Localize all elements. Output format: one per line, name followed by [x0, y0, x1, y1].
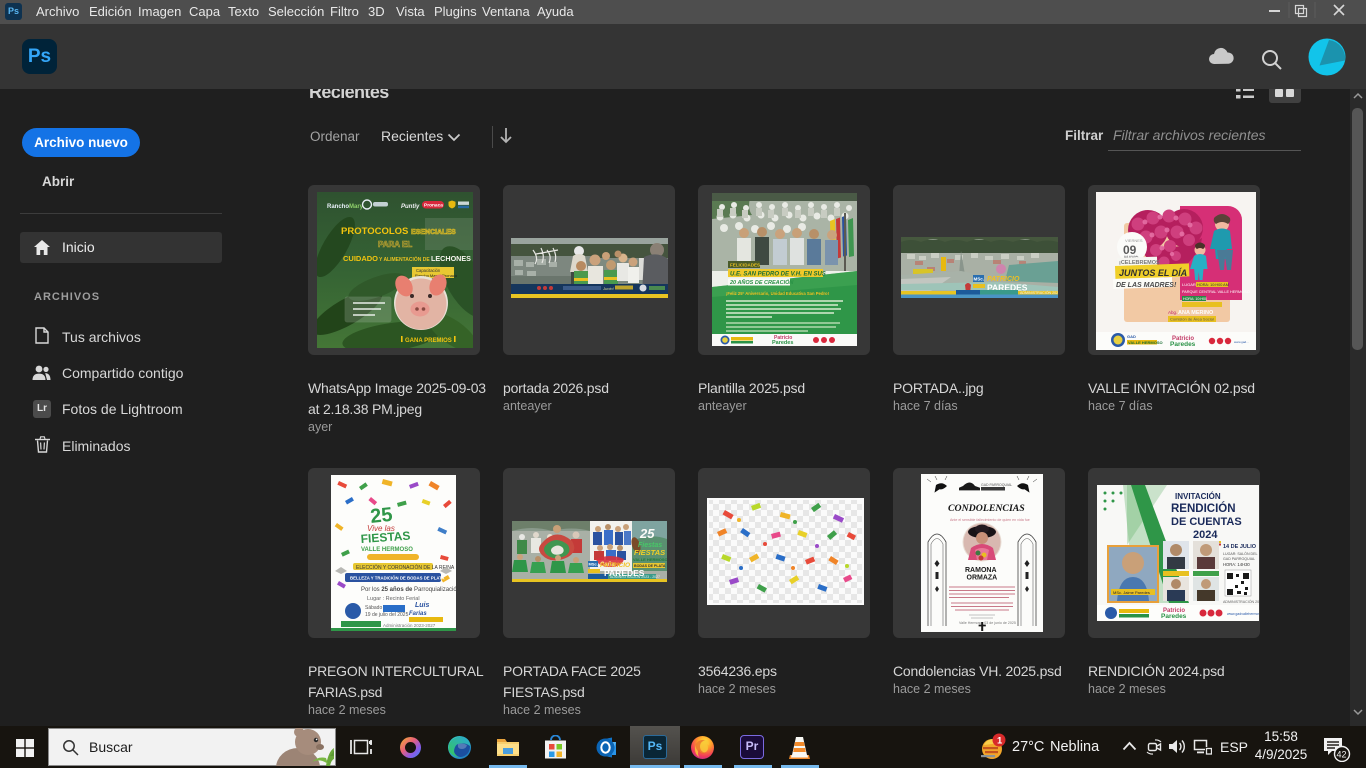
svg-text:PARQUE CENTRAL VALLE HERMOSO: PARQUE CENTRAL VALLE HERMOSO [1182, 290, 1250, 294]
svg-text:Paredes: Paredes [1170, 341, 1196, 348]
svg-text:Ante el sensible fallecimiento: Ante el sensible fallecimiento de quien … [950, 518, 1030, 522]
svg-text:MSc. Jaime Paredes: MSc. Jaime Paredes [1113, 590, 1150, 595]
svg-text:14 DE JULIO: 14 DE JULIO [1223, 544, 1257, 550]
svg-text:ADMINISTRACIÓN 2023: ADMINISTRACIÓN 2023 [1020, 290, 1058, 295]
svg-text:www.gadvallehermoso.gob.ec: www.gadvallehermoso.gob.ec [1227, 612, 1259, 616]
svg-text:¡Feliz 25° Aniversario, Unidad: ¡Feliz 25° Aniversario, Unidad Educativa… [726, 291, 829, 296]
svg-text:Comisión de Área Social: Comisión de Área Social [1170, 317, 1214, 322]
svg-text:Administración 2023-2027: Administración 2023-2027 [383, 623, 436, 628]
svg-text:HORA: 10:H00 AM: HORA: 10:H00 AM [1197, 283, 1229, 287]
svg-text:Lugar : Recinto Ferial: Lugar : Recinto Ferial [367, 596, 420, 602]
svg-text:ELECCIÓN Y CORONACIÓN DE LA RE: ELECCIÓN Y CORONACIÓN DE LA REINA [356, 564, 455, 571]
svg-text:Puntiy: Puntiy [401, 204, 420, 210]
svg-text:BELLEZA Y TRADICIÓN DE BODAS D: BELLEZA Y TRADICIÓN DE BODAS DE PLATA [350, 576, 445, 581]
svg-text:CONDOLENCIAS: CONDOLENCIAS [948, 503, 1025, 514]
svg-text:JUNTOS EL DÍA: JUNTOS EL DÍA [1119, 268, 1187, 278]
svg-text:MSc.: MSc. [589, 562, 598, 567]
svg-text:www.gad...: www.gad... [1234, 340, 1249, 344]
svg-text:Paredes: Paredes [772, 340, 793, 346]
svg-text:VALLE HERMOSO: VALLE HERMOSO [1128, 340, 1163, 345]
svg-text:GANA PREMIOS: GANA PREMIOS [405, 338, 452, 344]
svg-text:CUIDADO: CUIDADO [343, 254, 378, 263]
svg-text:PARA EL: PARA EL [378, 240, 412, 249]
svg-text:PAREDES: PAREDES [604, 568, 645, 578]
svg-text:Paredes: Paredes [1161, 613, 1187, 620]
svg-text:LECHONES: LECHONES [431, 254, 471, 263]
svg-text:FELICIDADES: FELICIDADES [730, 263, 760, 268]
svg-text:Farias: Farias [409, 611, 427, 617]
svg-text:HORA: 10:H00: HORA: 10:H00 [1183, 297, 1207, 301]
svg-text:MSc.: MSc. [974, 277, 985, 282]
svg-text:25: 25 [639, 526, 655, 541]
svg-text:VALLE HERMOSO: VALLE HERMOSO [361, 547, 413, 553]
svg-text:Por los 25 años de Parroquiali: Por los 25 años de Parroquialización [361, 587, 456, 593]
svg-text:Junto!: Junto! [602, 286, 615, 291]
svg-text:2024: 2024 [1193, 529, 1218, 541]
svg-text:LUGAR: SALÓN DEL: LUGAR: SALÓN DEL [1223, 551, 1258, 556]
svg-text:1: 1 [997, 736, 1003, 747]
svg-text:Luis: Luis [415, 602, 429, 609]
svg-text:U.E. SAN PEDRO DE V.H. EN SUS: U.E. SAN PEDRO DE V.H. EN SUS [730, 272, 826, 278]
svg-text:ORMAZA: ORMAZA [967, 575, 998, 582]
svg-text:GAD PARROQUIAL: GAD PARROQUIAL [1223, 557, 1255, 561]
svg-text:Abg.: Abg. [1168, 310, 1177, 315]
svg-text:DE CUENTAS: DE CUENTAS [1171, 516, 1242, 528]
svg-text:ANA MERINO: ANA MERINO [1178, 310, 1214, 316]
svg-text:RAMONA: RAMONA [965, 567, 997, 574]
svg-text:RanchoMary: RanchoMary [327, 204, 364, 210]
svg-text:DE LAS MADRES!: DE LAS MADRES! [1116, 282, 1177, 289]
svg-text:19 de julio del 2025: 19 de julio del 2025 [365, 612, 409, 618]
svg-text:GAD: GAD [1127, 334, 1136, 339]
svg-text:Y ALIMENTACIÓN DE: Y ALIMENTACIÓN DE [379, 255, 430, 263]
svg-text:Sábado: Sábado [365, 605, 382, 611]
svg-text:GAD PARROQUIAL: GAD PARROQUIAL [981, 483, 1012, 487]
svg-text:42: 42 [1337, 750, 1347, 760]
svg-text:RENDICIÓN: RENDICIÓN [1171, 502, 1236, 515]
svg-text:Pronaca: Pronaca [424, 203, 443, 209]
svg-text:Valle Hermoso, 03 de junio de: Valle Hermoso, 03 de junio de 2025 [959, 621, 1016, 625]
svg-text:20 AÑOS DE CREACIÓN: 20 AÑOS DE CREACIÓN [729, 279, 794, 286]
svg-text:HORA: 14H30: HORA: 14H30 [1223, 562, 1250, 567]
svg-text:LUGAR:: LUGAR: [1182, 282, 1197, 287]
svg-text:ADMINISTRACIÓN 2023 - 2027: ADMINISTRACIÓN 2023 - 2027 [1223, 599, 1259, 604]
svg-text:PROTOCOLOS: PROTOCOLOS [341, 226, 408, 237]
svg-text:ESENCIALES: ESENCIALES [411, 229, 456, 236]
svg-text:09: 09 [1123, 243, 1137, 257]
svg-text:FIESTAS: FIESTAS [634, 548, 665, 557]
svg-text:INVITACIÓN: INVITACIÓN [1175, 492, 1221, 501]
svg-text:VALLE HERMOSO: VALLE HERMOSO [633, 557, 667, 562]
